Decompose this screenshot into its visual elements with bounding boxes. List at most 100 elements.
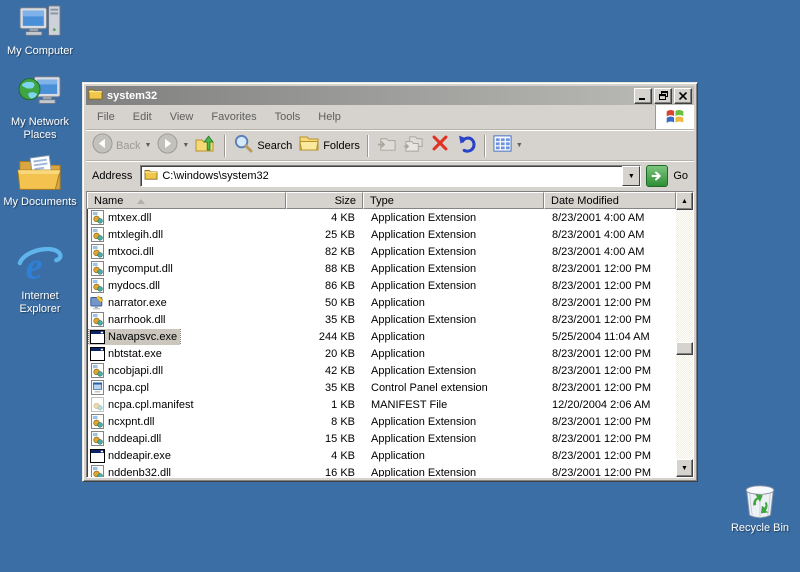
up-button[interactable] (192, 130, 220, 161)
file-size: 20 KB (325, 347, 355, 360)
file-list: Name Size Type Date Modified mtxex.dll 4… (86, 191, 694, 478)
desktop-icon-label: My Documents (3, 196, 77, 208)
menu-bar: File Edit View Favorites Tools Help (86, 105, 694, 130)
file-name: ncxpnt.dll (108, 415, 155, 428)
desktop-icon-my-network-places[interactable]: My Network Places (2, 72, 78, 142)
file-row[interactable]: mtxlegih.dll 25 KB Application Extension… (87, 226, 676, 243)
column-header-type[interactable]: Type (363, 192, 544, 209)
file-row[interactable]: mtxex.dll 4 KB Application Extension 8/2… (87, 209, 676, 226)
file-row[interactable]: narrhook.dll 35 KB Application Extension… (87, 311, 676, 328)
copy-to-button[interactable] (400, 131, 427, 161)
file-row[interactable]: ncxpnt.dll 8 KB Application Extension 8/… (87, 413, 676, 430)
file-date-modified: 8/23/2001 12:00 PM (552, 415, 652, 428)
file-type: Application Extension (371, 211, 477, 224)
menu-help[interactable]: Help (309, 111, 350, 123)
back-dropdown-icon[interactable]: ▼ (144, 142, 151, 149)
recycle-bin-icon (722, 482, 798, 520)
toolbar-separator (366, 134, 369, 157)
file-row[interactable]: nddeapir.exe 4 KB Application 8/23/2001 … (87, 447, 676, 464)
address-value: C:\windows\system32 (162, 170, 269, 182)
file-row[interactable]: Navapsvc.exe 244 KB Application 5/25/200… (87, 328, 676, 345)
forward-button[interactable]: ▼ (154, 131, 192, 161)
file-name: mtxoci.dll (108, 245, 154, 258)
scrollbar-thumb[interactable] (676, 341, 693, 355)
file-row[interactable]: ncpa.cpl 35 KB Control Panel extension 8… (87, 379, 676, 396)
file-date-modified: 8/23/2001 12:00 PM (552, 449, 652, 462)
file-name: nddenb32.dll (108, 466, 172, 478)
menu-file[interactable]: File (88, 111, 124, 123)
file-row[interactable]: ncpa.cpl.manifest 1 KB MANIFEST File 12/… (87, 396, 676, 413)
file-date-modified: 8/23/2001 12:00 PM (552, 296, 652, 309)
file-date-modified: 8/23/2001 4:00 AM (552, 211, 645, 224)
move-to-button[interactable] (373, 131, 400, 161)
file-date-modified: 8/23/2001 4:00 AM (552, 245, 645, 258)
menu-edit[interactable]: Edit (124, 111, 161, 123)
undo-icon (456, 133, 477, 159)
forward-icon (157, 132, 178, 159)
column-header-size[interactable]: Size (286, 192, 363, 209)
scrollbar-track[interactable] (676, 210, 693, 459)
list-header: Name Size Type Date Modified (87, 192, 676, 209)
file-size: 88 KB (325, 262, 355, 275)
file-row[interactable]: nddeapi.dll 15 KB Application Extension … (87, 430, 676, 447)
column-header-name[interactable]: Name (87, 192, 286, 209)
desktop-icon-my-computer[interactable]: My Computer (2, 3, 78, 58)
file-type: MANIFEST File (371, 398, 448, 411)
column-header-date-modified[interactable]: Date Modified (544, 192, 676, 209)
file-name: narrhook.dll (108, 313, 166, 326)
search-button[interactable]: Search (230, 131, 295, 161)
file-row[interactable]: nbtstat.exe 20 KB Application 8/23/2001 … (87, 345, 676, 362)
dll-icon (89, 244, 105, 260)
address-label: Address (92, 170, 133, 182)
file-name: ncpa.cpl.manifest (108, 398, 194, 411)
file-date-modified: 8/23/2001 12:00 PM (552, 466, 652, 478)
file-size: 1 KB (331, 398, 355, 411)
undo-button[interactable] (453, 131, 480, 161)
file-row[interactable]: nddenb32.dll 16 KB Application Extension… (87, 464, 676, 477)
vertical-scrollbar[interactable]: ▲ ▼ (676, 192, 693, 477)
minimize-icon[interactable] (634, 87, 652, 104)
menu-view[interactable]: View (161, 111, 203, 123)
address-dropdown-icon[interactable]: ▼ (622, 166, 641, 186)
desktop-icon-label: Internet Explorer (19, 290, 61, 315)
dll-icon (89, 414, 105, 430)
dll-icon (89, 278, 105, 294)
file-row[interactable]: mtxoci.dll 82 KB Application Extension 8… (87, 243, 676, 260)
desktop-icon-internet-explorer[interactable]: e Internet Explorer (2, 242, 78, 316)
dll-icon (89, 227, 105, 243)
file-size: 4 KB (331, 211, 355, 224)
file-type: Application (371, 347, 425, 360)
file-row[interactable]: narrator.exe 50 KB Application 8/23/2001… (87, 294, 676, 311)
folders-button[interactable]: Folders (295, 130, 363, 161)
desktop-icon-recycle-bin[interactable]: Recycle Bin (722, 482, 798, 535)
go-button[interactable] (646, 165, 669, 187)
title-bar[interactable]: system32 (86, 86, 694, 105)
file-type: Application Extension (371, 415, 477, 428)
toolbar-separator (224, 134, 227, 157)
narrator-icon (89, 295, 105, 311)
file-size: 4 KB (331, 449, 355, 462)
close-icon[interactable] (674, 87, 692, 104)
file-size: 16 KB (325, 466, 355, 478)
file-row[interactable]: ncobjapi.dll 42 KB Application Extension… (87, 362, 676, 379)
scroll-down-icon[interactable]: ▼ (676, 459, 693, 477)
views-button[interactable]: ▼ (490, 132, 526, 160)
delete-button[interactable] (427, 131, 453, 160)
menu-tools[interactable]: Tools (266, 111, 310, 123)
restore-icon[interactable] (654, 87, 672, 104)
scroll-up-icon[interactable]: ▲ (676, 192, 693, 210)
forward-dropdown-icon[interactable]: ▼ (182, 142, 189, 149)
menu-favorites[interactable]: Favorites (202, 111, 265, 123)
delete-icon (430, 133, 450, 158)
address-input[interactable]: C:\windows\system32 ▼ (140, 165, 642, 187)
desktop-icon-my-documents[interactable]: My Documents (2, 152, 78, 209)
file-row[interactable]: mycomput.dll 88 KB Application Extension… (87, 260, 676, 277)
file-type: Application (371, 296, 425, 309)
file-row[interactable]: mydocs.dll 86 KB Application Extension 8… (87, 277, 676, 294)
back-icon (92, 132, 113, 159)
back-button[interactable]: Back ▼ (89, 131, 154, 161)
dll-icon (89, 312, 105, 328)
file-name: mtxex.dll (108, 211, 152, 224)
views-dropdown-icon[interactable]: ▼ (516, 142, 523, 149)
app-icon (89, 448, 105, 464)
